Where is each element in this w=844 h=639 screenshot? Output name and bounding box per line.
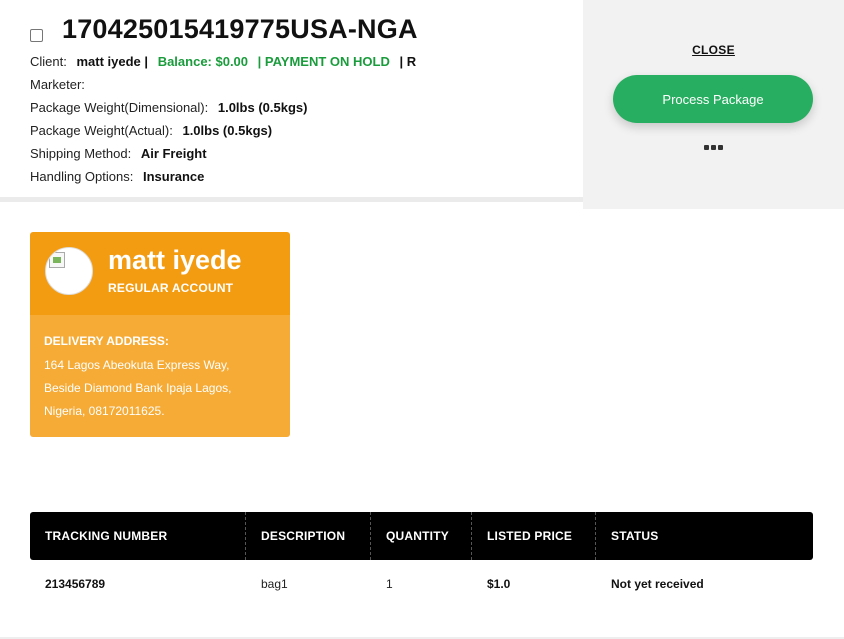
column-header-status: STATUS <box>611 529 659 543</box>
balance: Balance: $0.00 <box>157 54 249 69</box>
package-id: 170425015419775USA-NGA <box>62 14 418 44</box>
handling-options-value: Insurance <box>142 169 205 184</box>
column-header-tracking-number: TRACKING NUMBER <box>30 512 246 560</box>
handling-options-line: Handling Options: Insurance <box>30 169 204 184</box>
shipping-method-label: Shipping Method: <box>30 146 132 161</box>
client-label: Client: <box>30 54 67 69</box>
package-info-panel: 170425015419775USA-NGA Client: matt iyed… <box>0 0 583 198</box>
actual-weight-value: 1.0lbs (0.5kgs) <box>182 123 273 138</box>
quantity-cell: 1 <box>386 577 393 591</box>
actions-panel: CLOSE Process Package <box>583 0 844 209</box>
shipping-method-value: Air Freight <box>140 146 207 161</box>
status-cell: Not yet received <box>611 577 704 591</box>
more-dots-icon[interactable] <box>704 145 723 150</box>
shipping-method-line: Shipping Method: Air Freight <box>30 146 207 161</box>
column-header-description: DESCRIPTION <box>246 512 371 560</box>
column-header-quantity: QUANTITY <box>371 512 472 560</box>
delivery-address-label: DELIVERY ADDRESS: <box>44 334 169 348</box>
items-table: TRACKING NUMBER DESCRIPTION QUANTITY LIS… <box>30 512 813 608</box>
customer-card-header: matt iyede REGULAR ACCOUNT <box>30 232 290 315</box>
listed-price-cell: $1.0 <box>487 577 511 591</box>
actual-weight-label: Package Weight(Actual): <box>30 123 173 138</box>
customer-card-body: DELIVERY ADDRESS: 164 Lagos Abeokuta Exp… <box>30 315 290 437</box>
separator: | <box>144 54 149 69</box>
package-header: 170425015419775USA-NGA Client: matt iyed… <box>0 0 844 209</box>
delivery-address: 164 Lagos Abeokuta Express Way, Beside D… <box>44 358 232 418</box>
divider <box>0 197 583 202</box>
marketer-label: Marketer: <box>30 77 85 92</box>
handling-options-label: Handling Options: <box>30 169 134 184</box>
dimensional-weight-value: 1.0lbs (0.5kgs) <box>217 100 308 115</box>
account-type: REGULAR ACCOUNT <box>108 281 234 295</box>
customer-card: matt iyede REGULAR ACCOUNT DELIVERY ADDR… <box>30 232 290 437</box>
description-cell: bag1 <box>261 577 288 591</box>
tracking-number-cell: 213456789 <box>45 577 106 591</box>
client-name: matt iyede <box>76 54 141 69</box>
marketer-line: Marketer: <box>30 77 91 92</box>
actual-weight-line: Package Weight(Actual): 1.0lbs (0.5kgs) <box>30 123 272 138</box>
column-header-listed-price: LISTED PRICE <box>472 512 596 560</box>
process-package-button[interactable]: Process Package <box>613 75 813 123</box>
client-line: Client: matt iyede | Balance: $0.00 | PA… <box>30 54 416 69</box>
table-row: 213456789 bag1 1 $1.0 Not yet received <box>30 560 813 608</box>
separator: | R <box>399 54 417 69</box>
close-link[interactable]: CLOSE <box>583 43 844 57</box>
broken-image-icon <box>49 252 65 268</box>
payment-status: | PAYMENT ON HOLD <box>257 54 390 69</box>
select-package-checkbox[interactable] <box>30 29 43 42</box>
table-header: TRACKING NUMBER DESCRIPTION QUANTITY LIS… <box>30 512 813 560</box>
customer-name: matt iyede <box>108 245 242 275</box>
dimensional-weight-label: Package Weight(Dimensional): <box>30 100 209 115</box>
avatar <box>45 247 93 295</box>
dimensional-weight-line: Package Weight(Dimensional): 1.0lbs (0.5… <box>30 100 307 115</box>
